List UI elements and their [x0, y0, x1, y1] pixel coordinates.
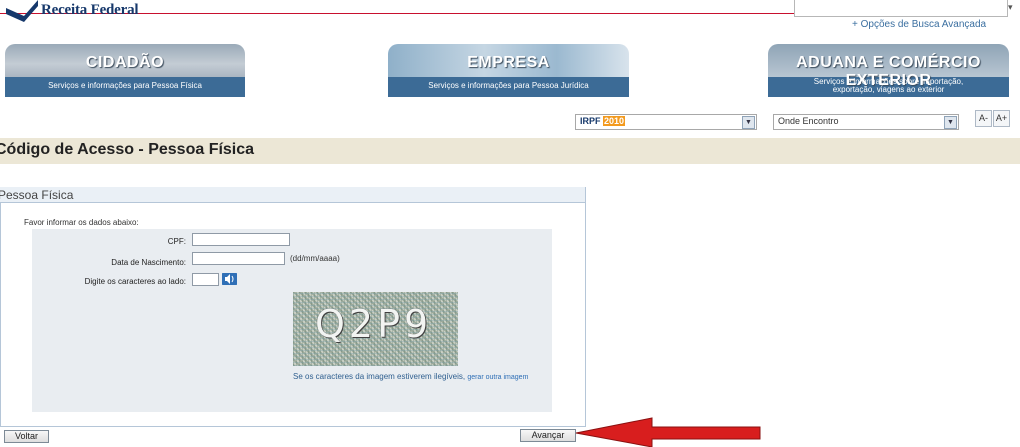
birth-date-hint: (dd/mm/aaaa)	[290, 254, 340, 263]
captcha-characters: Q2P9	[315, 302, 433, 346]
birth-date-input[interactable]	[192, 252, 285, 265]
form-panel-title: Pessoa Física	[0, 188, 74, 202]
cpf-label: CPF:	[167, 237, 186, 246]
onde-encontro-label: Onde Encontro	[778, 116, 839, 126]
form-panel-header	[0, 187, 585, 203]
irpf-year: 2010	[603, 116, 626, 126]
birth-date-label: Data de Nascimento:	[111, 258, 186, 267]
regenerate-captcha-link[interactable]: gerar outra imagem	[467, 374, 528, 381]
captcha-label: Digite os caracteres ao lado:	[84, 277, 186, 286]
back-button[interactable]: Voltar	[4, 430, 49, 443]
font-decrease-button[interactable]: A-	[975, 110, 992, 127]
irpf-label: IRPF	[580, 116, 601, 126]
onde-encontro-select[interactable]: Onde Encontro ▼	[773, 114, 959, 130]
page-title: Código de Acesso - Pessoa Física	[0, 141, 255, 158]
search-input[interactable]	[794, 0, 1008, 17]
chevron-down-icon[interactable]: ▼	[742, 116, 755, 129]
receita-logo-icon	[6, 0, 38, 22]
banner-cidadao[interactable]: CIDADÃO Serviços e informações para Pess…	[5, 44, 245, 97]
banner-empresa-title: EMPRESA	[467, 54, 550, 71]
banner-aduana-subtitle-2: exportação, viagens ao exterior	[832, 85, 945, 94]
cpf-input[interactable]	[192, 233, 290, 246]
search-arrow-icon[interactable]: ▾	[1008, 2, 1013, 13]
illegible-note: Se os caracteres da imagem estiverem ile…	[293, 371, 543, 383]
next-button[interactable]: Avançar	[520, 429, 576, 442]
red-arrow-icon	[575, 417, 761, 447]
font-increase-button[interactable]: A+	[993, 110, 1010, 127]
chevron-down-icon[interactable]: ▼	[944, 116, 957, 129]
audio-captcha-icon[interactable]	[222, 273, 237, 285]
banner-aduana[interactable]: ADUANA E COMÉRCIO EXTERIOR Serviços e in…	[768, 44, 1009, 97]
captcha-image: Q2P9	[293, 292, 458, 366]
banner-empresa[interactable]: EMPRESA Serviços e informações para Pess…	[388, 44, 629, 97]
banner-empresa-subtitle: Serviços e informações para Pessoa Juríd…	[428, 81, 589, 90]
irpf-select[interactable]: IRPF 2010 ▼	[575, 114, 757, 130]
captcha-input[interactable]	[192, 273, 219, 286]
banner-cidadao-subtitle: Serviços e informações para Pessoa Físic…	[48, 81, 202, 90]
form-intro: Favor informar os dados abaixo:	[24, 218, 139, 227]
illegible-text: Se os caracteres da imagem estiverem ile…	[293, 372, 466, 381]
site-logo-text[interactable]: Receita Federal	[41, 2, 139, 19]
advanced-search-link[interactable]: + Opções de Busca Avançada	[852, 19, 986, 30]
banner-cidadao-title: CIDADÃO	[85, 54, 165, 71]
